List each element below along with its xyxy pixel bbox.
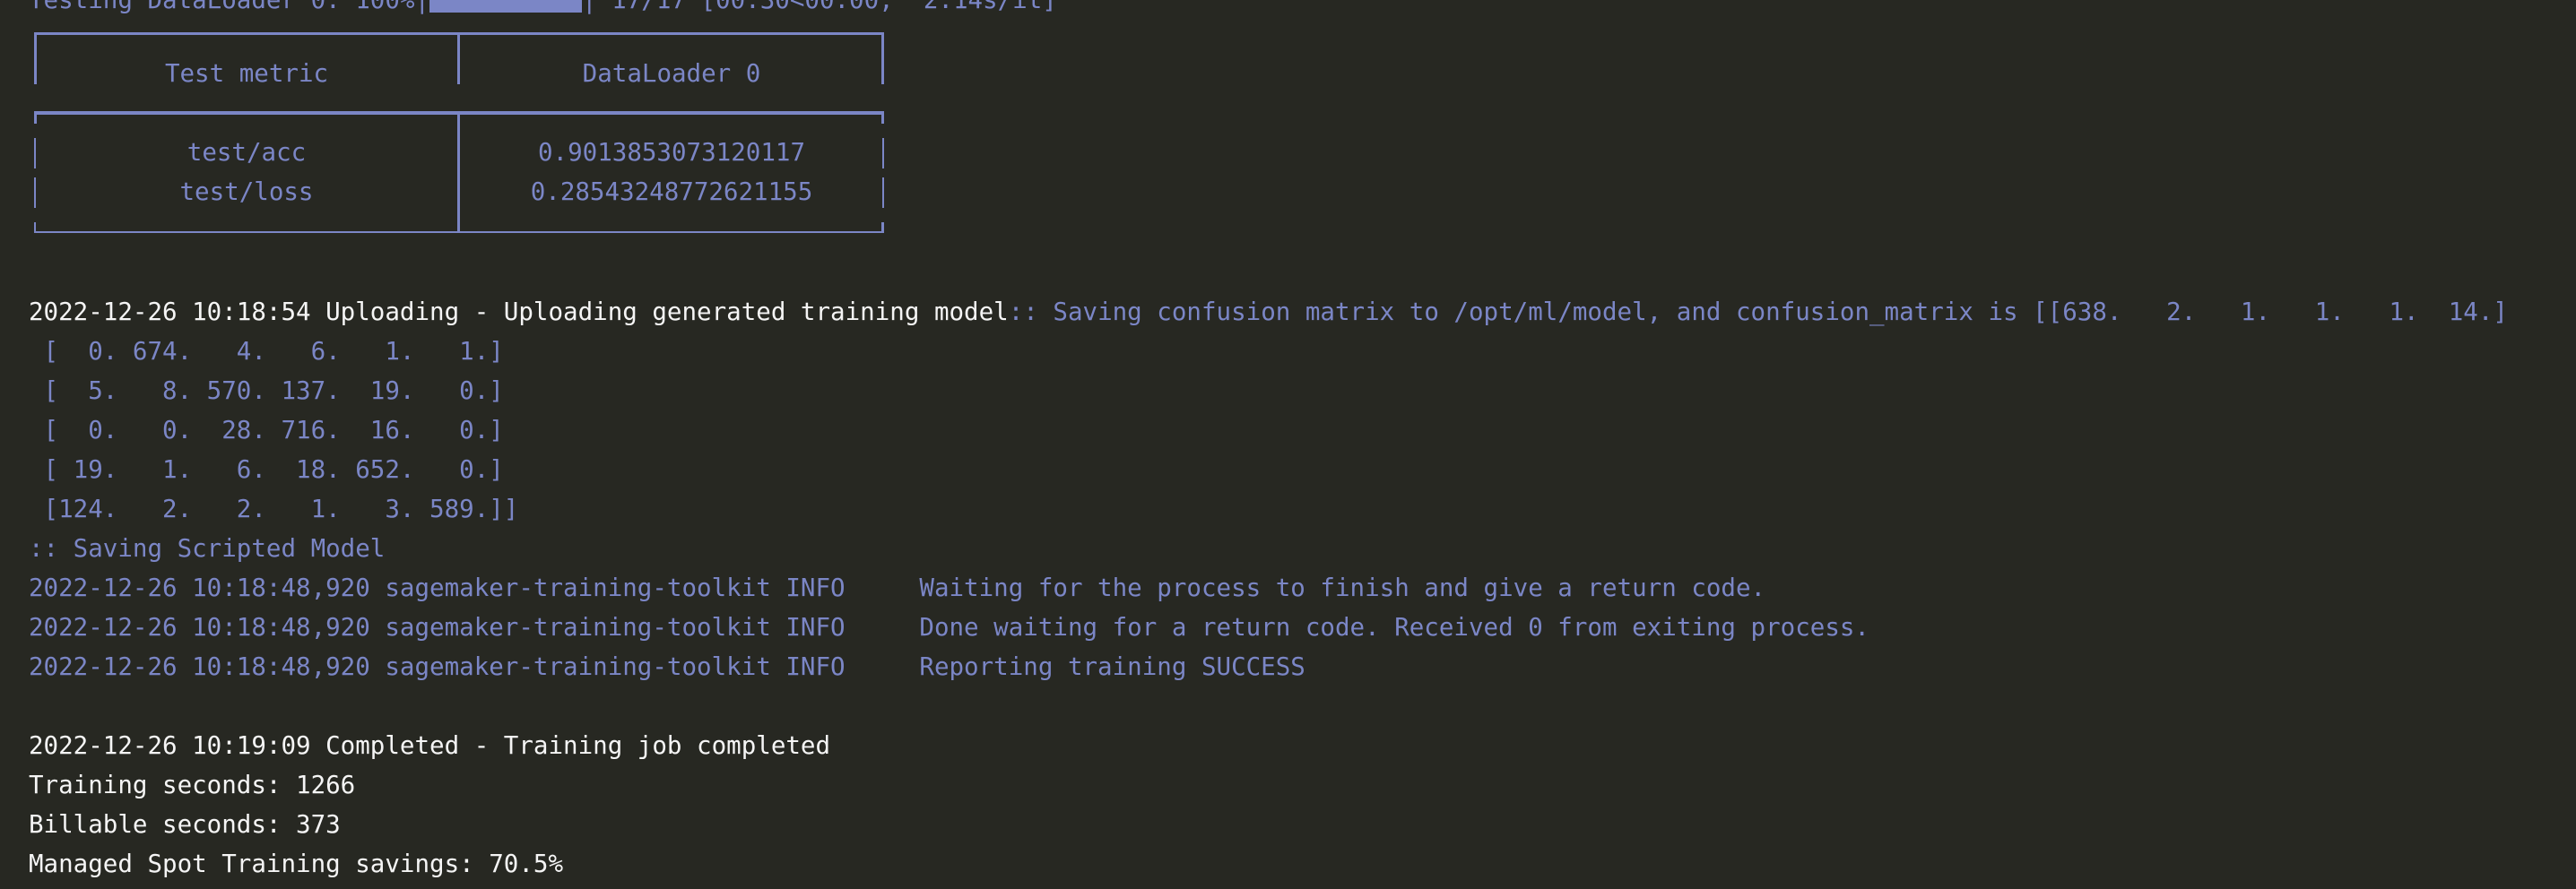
- table-right-tick: [881, 111, 884, 124]
- progress-stats: 17/17 [00:30<00:00, 2.14s/it]: [596, 0, 1057, 14]
- table-header-dataloader: DataLoader 0: [582, 59, 761, 88]
- billable-seconds-line: Billable seconds: 373: [29, 810, 341, 839]
- progress-bar-fill: [429, 0, 583, 13]
- completed-line: 2022-12-26 10:19:09 Completed - Training…: [29, 731, 831, 760]
- toolkit-log-line: 2022-12-26 10:18:48,920 sagemaker-traini…: [29, 613, 1869, 642]
- toolkit-log-line: 2022-12-26 10:18:48,920 sagemaker-traini…: [29, 652, 1305, 681]
- matrix-row: [ 5. 8. 570. 137. 19. 0.]: [29, 376, 504, 405]
- progress-line: Testing DataLoader 0: 100%| | 17/17 [00:3…: [29, 0, 1057, 20]
- progress-bar-right: |: [582, 0, 597, 14]
- upload-log-line: 2022-12-26 10:18:54 Uploading - Uploadin…: [29, 292, 2508, 332]
- table-row-loss-value: 0.28543248772621155: [530, 177, 813, 206]
- confusion-matrix-text: :: Saving confusion matrix to /opt/ml/mo…: [1008, 298, 2508, 326]
- progress-bar-left: |: [414, 0, 430, 14]
- training-seconds-line: Training seconds: 1266: [29, 771, 356, 799]
- table-right-bottom-tick: [881, 222, 884, 233]
- table-left-bottom-tick: [34, 222, 36, 233]
- scripted-model-line: :: Saving Scripted Model: [29, 534, 386, 563]
- toolkit-log-line: 2022-12-26 10:18:48,920 sagemaker-traini…: [29, 574, 1766, 602]
- metrics-table: Test metric DataLoader 0 test/acc 0.9013…: [34, 32, 884, 233]
- table-row-loss-metric: test/loss: [179, 177, 314, 206]
- spot-savings-line: Managed Spot Training savings: 70.5%: [29, 850, 564, 878]
- matrix-row: [ 19. 1. 6. 18. 652. 0.]: [29, 455, 504, 484]
- table-row-acc-metric: test/acc: [186, 138, 307, 167]
- matrix-row: [ 0. 0. 28. 716. 16. 0.]: [29, 416, 504, 444]
- progress-label: Testing DataLoader 0: 100%: [29, 0, 415, 14]
- upload-status-text: 2022-12-26 10:18:54 Uploading - Uploadin…: [29, 298, 1009, 326]
- table-header-metric: Test metric: [164, 59, 329, 88]
- matrix-row: [ 0. 674. 4. 6. 1. 1.]: [29, 337, 504, 366]
- matrix-row: [124. 2. 2. 1. 3. 589.]]: [29, 495, 519, 523]
- table-row-acc-value: 0.9013853073120117: [537, 138, 805, 167]
- table-left-tick: [34, 111, 37, 124]
